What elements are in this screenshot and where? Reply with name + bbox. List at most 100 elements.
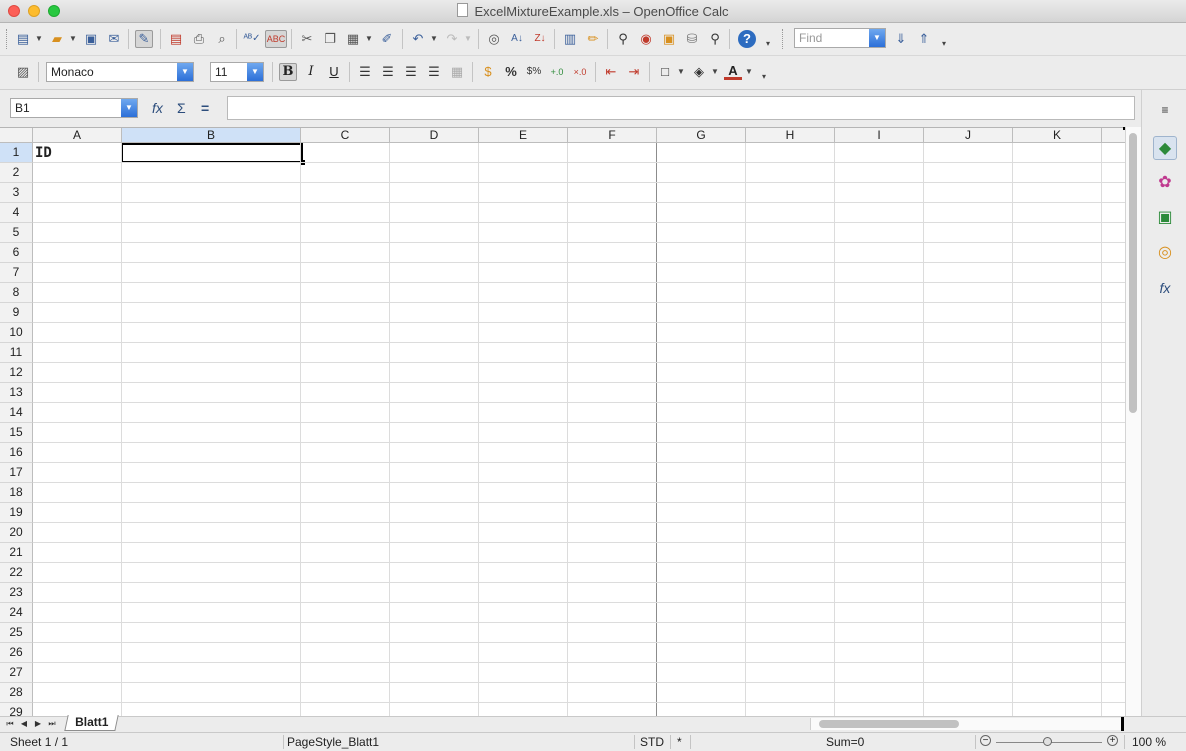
font-size-dropdown-icon[interactable]: ▼ [247, 63, 263, 81]
column-header-e[interactable]: E [479, 128, 568, 143]
row-header-12[interactable]: 12 [0, 363, 33, 383]
sort-descending-icon[interactable]: Z↓ [531, 30, 549, 48]
row-header-3[interactable]: 3 [0, 183, 33, 203]
row-header-28[interactable]: 28 [0, 683, 33, 703]
add-decimal-icon[interactable]: +.0 [548, 63, 566, 81]
styles-icon[interactable]: ▨ [14, 63, 32, 81]
font-color-dropdown-icon[interactable]: ▼ [745, 63, 753, 81]
row-header-21[interactable]: 21 [0, 543, 33, 563]
sheet-tab-blatt1[interactable]: Blatt1 [64, 715, 120, 731]
first-sheet-icon[interactable]: ⏮ [4, 718, 16, 730]
column-header-c[interactable]: C [301, 128, 390, 143]
row-header-22[interactable]: 22 [0, 563, 33, 583]
row-header-24[interactable]: 24 [0, 603, 33, 623]
email-icon[interactable]: ✉ [105, 30, 123, 48]
name-box[interactable]: B1 ▼ [10, 98, 138, 118]
column-header-j[interactable]: J [924, 128, 1013, 143]
paste-dropdown-icon[interactable]: ▼ [365, 30, 373, 48]
row-header-15[interactable]: 15 [0, 423, 33, 443]
spellcheck-icon[interactable]: ᴬᴮ✓ [243, 30, 261, 48]
find-toolbar-grip[interactable] [782, 29, 786, 49]
cell-a1[interactable]: ID [35, 144, 52, 162]
paste-icon[interactable]: ▦ [344, 30, 362, 48]
column-header-partial[interactable] [1102, 128, 1125, 143]
row-header-26[interactable]: 26 [0, 643, 33, 663]
find-dropdown-icon[interactable]: ▼ [869, 29, 885, 47]
borders-icon[interactable]: □ [656, 63, 674, 81]
sum-display[interactable]: Sum=0 [826, 735, 864, 749]
name-box-dropdown-icon[interactable]: ▼ [121, 99, 137, 117]
row-header-20[interactable]: 20 [0, 523, 33, 543]
column-header-d[interactable]: D [390, 128, 479, 143]
standard-format-icon[interactable]: $% [525, 63, 543, 81]
row-header-5[interactable]: 5 [0, 223, 33, 243]
horizontal-scroll-thumb[interactable] [819, 720, 959, 728]
row-header-9[interactable]: 9 [0, 303, 33, 323]
font-name-combo[interactable]: Monaco ▼ [46, 62, 194, 82]
column-header-f[interactable]: F [568, 128, 657, 143]
percent-format-icon[interactable]: % [502, 63, 520, 81]
navigator-icon[interactable]: ◉ [637, 30, 655, 48]
styles-formatting-icon[interactable]: ✿ [1153, 171, 1177, 195]
row-header-6[interactable]: 6 [0, 243, 33, 263]
properties-icon[interactable]: ◆ [1153, 136, 1177, 160]
next-sheet-icon[interactable]: ▶ [32, 718, 44, 730]
font-color-icon[interactable]: A [724, 63, 742, 80]
auto-spellcheck-icon[interactable]: ABC [265, 30, 287, 48]
formula-equals-icon[interactable]: = [201, 100, 209, 116]
export-pdf-icon[interactable]: ▤ [167, 30, 185, 48]
zoom-icon[interactable]: ⚲ [706, 30, 724, 48]
row-header-11[interactable]: 11 [0, 343, 33, 363]
gallery-icon[interactable]: ▣ [660, 30, 678, 48]
previous-sheet-icon[interactable]: ◀ [18, 718, 30, 730]
find-overflow-icon[interactable]: ▾ [942, 35, 946, 53]
row-header-16[interactable]: 16 [0, 443, 33, 463]
column-header-i[interactable]: I [835, 128, 924, 143]
page-preview-icon[interactable]: ⌕ [213, 30, 231, 48]
chart-icon[interactable]: ▥ [561, 30, 579, 48]
find-next-icon[interactable]: ⇓ [892, 30, 910, 48]
row-header-4[interactable]: 4 [0, 203, 33, 223]
zoom-in-icon[interactable]: + [1107, 735, 1118, 746]
last-sheet-icon[interactable]: ⏭ [46, 718, 58, 730]
zoom-out-icon[interactable]: − [980, 735, 991, 746]
borders-dropdown-icon[interactable]: ▼ [677, 63, 685, 81]
horizontal-scrollbar[interactable] [810, 718, 1123, 730]
undo-dropdown-icon[interactable]: ▼ [430, 30, 438, 48]
vertical-scroll-thumb[interactable] [1129, 133, 1137, 413]
column-header-g[interactable]: G [657, 128, 746, 143]
increase-indent-icon[interactable]: ⇥ [625, 63, 643, 81]
cell-cursor-b1[interactable] [121, 143, 303, 163]
column-header-a[interactable]: A [33, 128, 122, 143]
align-left-icon[interactable]: ☰ [356, 63, 374, 81]
page-style[interactable]: PageStyle_Blatt1 [287, 735, 379, 749]
align-center-icon[interactable]: ☰ [379, 63, 397, 81]
column-header-k[interactable]: K [1013, 128, 1102, 143]
row-header-18[interactable]: 18 [0, 483, 33, 503]
draw-functions-icon[interactable]: ✏ [584, 30, 602, 48]
toolbar-grip[interactable] [6, 29, 10, 49]
sidebar-menu-icon[interactable]: ≡ [1153, 98, 1177, 122]
hyperlink-icon[interactable]: ◎ [485, 30, 503, 48]
row-header-7[interactable]: 7 [0, 263, 33, 283]
underline-icon[interactable]: U [325, 63, 343, 81]
format-overflow-icon[interactable]: ▾ [762, 68, 766, 86]
data-sources-icon[interactable]: ⛁ [683, 30, 701, 48]
help-icon[interactable]: ? [738, 30, 756, 48]
gallery-deck-icon[interactable]: ▣ [1153, 206, 1177, 230]
vertical-scrollbar[interactable] [1125, 127, 1141, 716]
zoom-level[interactable]: 100 % [1132, 735, 1166, 749]
row-header-1[interactable]: 1 [0, 143, 33, 163]
find-input[interactable]: Find ▼ [794, 28, 886, 48]
new-dropdown-icon[interactable]: ▼ [35, 30, 43, 48]
zoom-slider-knob[interactable] [1043, 737, 1052, 746]
save-icon[interactable]: ▣ [82, 30, 100, 48]
row-header-25[interactable]: 25 [0, 623, 33, 643]
print-icon[interactable]: ⎙ [190, 30, 208, 48]
copy-icon[interactable]: ❐ [321, 30, 339, 48]
select-all-corner[interactable] [0, 128, 33, 143]
clone-formatting-icon[interactable]: ✐ [378, 30, 396, 48]
font-name-dropdown-icon[interactable]: ▼ [177, 63, 193, 81]
navigator-deck-icon[interactable]: ◎ [1153, 241, 1177, 265]
align-right-icon[interactable]: ☰ [402, 63, 420, 81]
